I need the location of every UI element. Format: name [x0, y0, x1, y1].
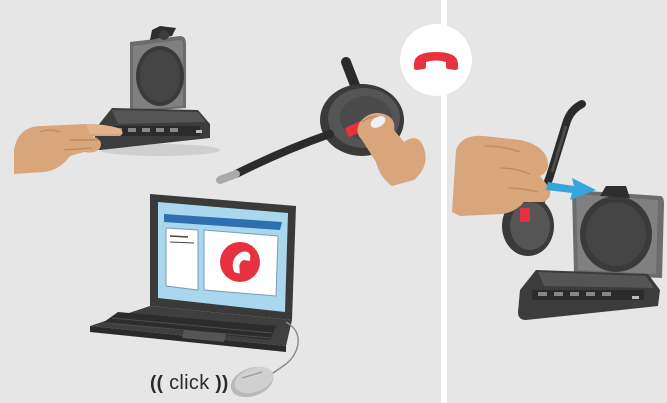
base-station-left [94, 26, 220, 156]
click-text: click [169, 372, 210, 394]
illustration-stage: (( click )) [0, 0, 667, 403]
phone-hang-up-icon [400, 24, 472, 96]
click-label: (( click )) [150, 372, 229, 395]
sound-wave-left-icon: (( [150, 373, 164, 394]
illustration-art [14, 24, 664, 398]
laptop [90, 194, 296, 352]
sound-wave-right-icon: )) [215, 373, 229, 394]
